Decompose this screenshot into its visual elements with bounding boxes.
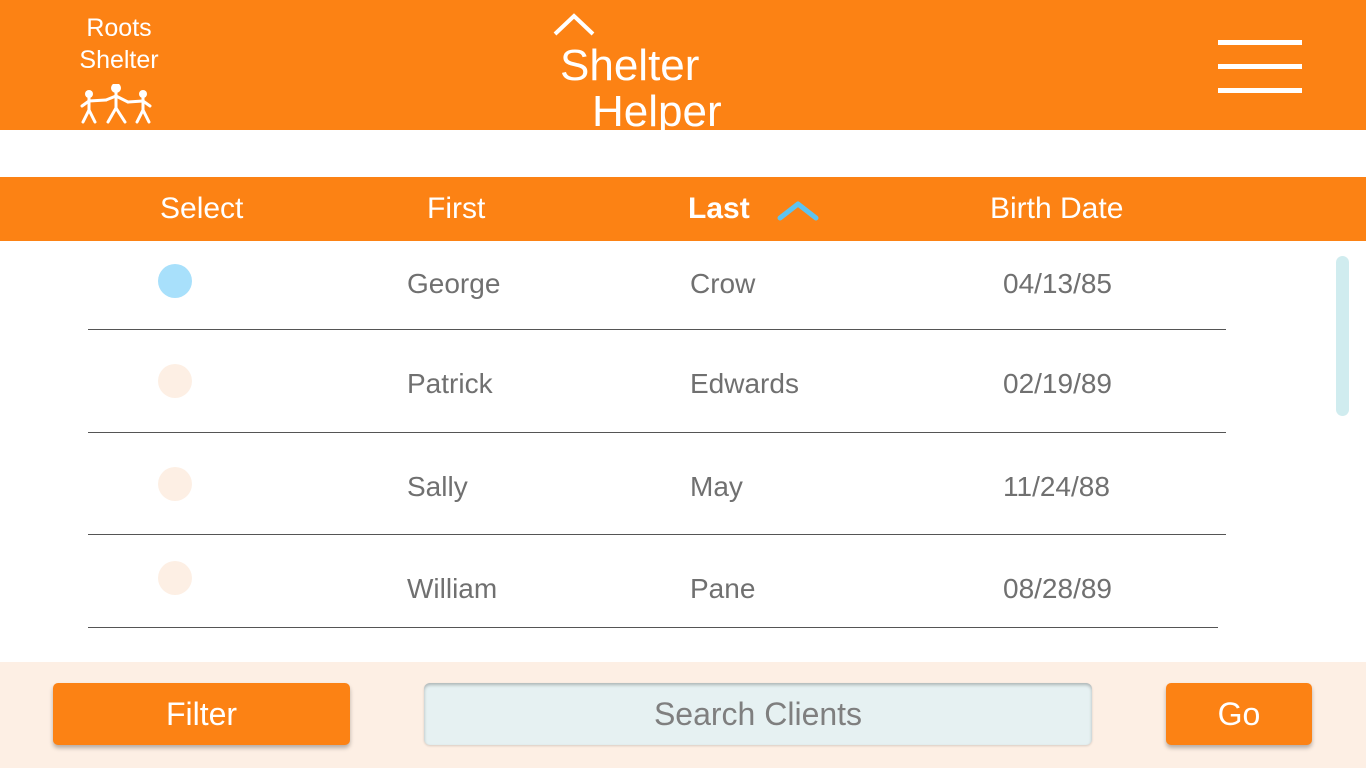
app-title-line2: Helper	[592, 87, 722, 136]
birth-date-cell: 04/13/85	[1003, 268, 1112, 299]
hamburger-icon-bar	[1218, 40, 1302, 45]
birth-date-cell: 02/19/89	[1003, 368, 1112, 399]
first-name-cell: George	[407, 268, 501, 299]
first-name-cell: William	[407, 573, 498, 604]
table-header: Select First Last Birth Date	[0, 177, 1366, 241]
first-name-cell: Patrick	[407, 368, 493, 399]
row-divider	[88, 627, 1218, 628]
sort-ascending-icon[interactable]	[776, 198, 820, 222]
first-name-cell: Sally	[407, 471, 468, 502]
logo-text-line2: Shelter	[79, 46, 159, 74]
column-header-select[interactable]: Select	[160, 177, 243, 241]
last-name-cell: Pane	[690, 573, 756, 604]
select-radio[interactable]	[158, 561, 192, 595]
column-header-last[interactable]: Last	[688, 177, 750, 241]
select-radio[interactable]	[158, 467, 192, 501]
row-divider	[88, 534, 1226, 535]
search-input[interactable]	[424, 683, 1092, 745]
hamburger-icon-bar	[1218, 64, 1302, 69]
menu-button[interactable]	[1216, 38, 1304, 96]
column-header-first[interactable]: First	[427, 177, 485, 241]
go-button[interactable]: Go	[1166, 683, 1312, 745]
filter-button[interactable]: Filter	[53, 683, 350, 745]
top-bar: Roots Shelter Shelter Helper	[0, 0, 1366, 136]
row-divider	[88, 329, 1226, 330]
logo-text-line1: Roots	[86, 14, 152, 42]
select-radio[interactable]	[158, 364, 192, 398]
last-name-cell: Edwards	[690, 368, 799, 399]
column-header-birth-date[interactable]: Birth Date	[990, 177, 1123, 241]
app-title: Shelter Helper	[552, 12, 752, 136]
family-icon	[80, 84, 152, 124]
shelter-logo[interactable]: Roots Shelter	[60, 12, 178, 124]
house-roof-icon	[553, 13, 595, 36]
birth-date-cell: 11/24/88	[1003, 471, 1110, 502]
last-name-cell: May	[690, 471, 743, 502]
hamburger-icon-bar	[1218, 88, 1302, 93]
birth-date-cell: 08/28/89	[1003, 573, 1112, 604]
scrollbar[interactable]	[1336, 256, 1349, 416]
last-name-cell: Crow	[690, 268, 756, 299]
select-radio[interactable]	[158, 264, 192, 298]
app-title-line1: Shelter	[560, 41, 700, 90]
row-divider	[88, 432, 1226, 433]
